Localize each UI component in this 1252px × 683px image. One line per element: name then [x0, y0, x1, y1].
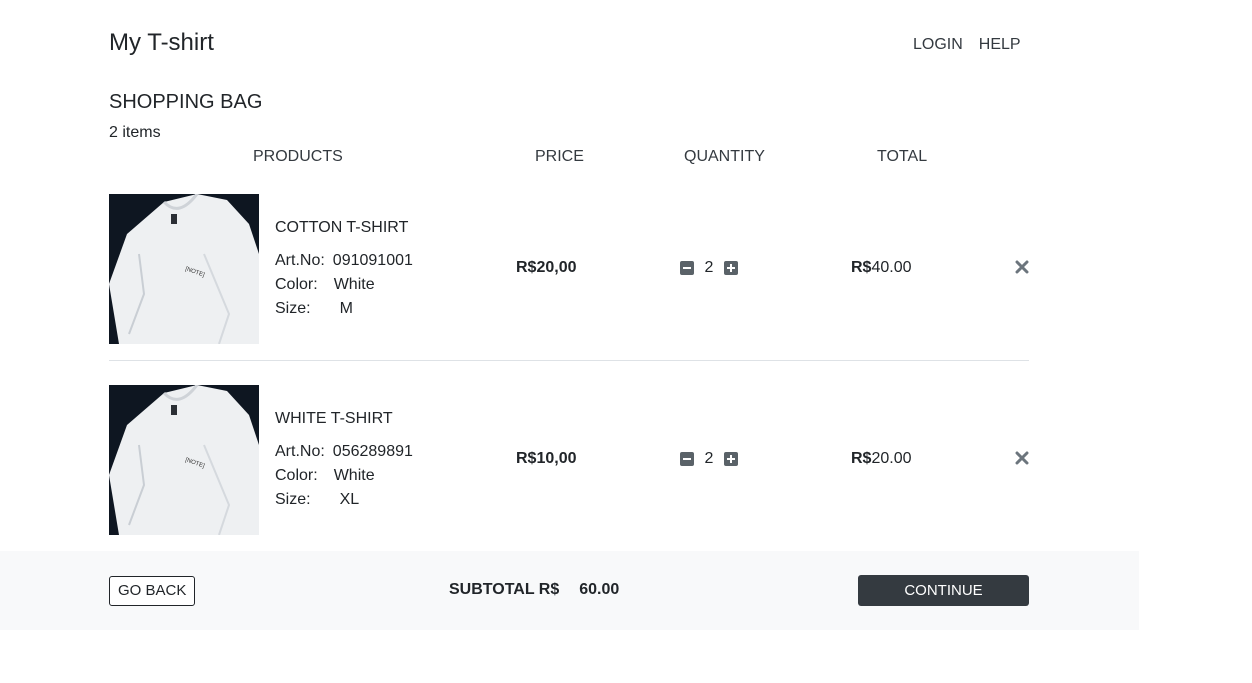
- size-line: Size: XL: [275, 488, 413, 512]
- product-name[interactable]: COTTON T-SHIRT: [275, 219, 413, 237]
- subtotal: SUBTOTAL R$ 60.00: [449, 581, 619, 599]
- column-header-products: PRODUCTS: [253, 148, 343, 165]
- item-count: 2 items: [109, 124, 161, 141]
- line-total: R$20.00: [851, 450, 912, 468]
- close-icon[interactable]: [1015, 451, 1029, 465]
- subtotal-value: 60.00: [579, 581, 620, 598]
- page-title: SHOPPING BAG: [109, 91, 263, 113]
- article-label: Art.No:: [275, 443, 325, 460]
- brand-logo[interactable]: My T-shirt: [109, 29, 214, 57]
- column-header-quantity: QUANTITY: [684, 148, 765, 165]
- page: My T-shirt LOGIN HELP SHOPPING BAG 2 ite…: [0, 0, 1252, 683]
- article-number: 091091001: [332, 252, 413, 269]
- top-nav: LOGIN HELP: [913, 36, 1021, 54]
- continue-button[interactable]: CONTINUE: [858, 575, 1029, 606]
- color-value: White: [333, 467, 375, 484]
- article-number-line: Art.No: 091091001: [275, 249, 413, 273]
- article-number: 056289891: [332, 443, 413, 460]
- color-label: Color:: [275, 276, 318, 293]
- unit-price: R$10,00: [516, 450, 577, 467]
- product-image[interactable]: [NOTE]: [109, 385, 259, 535]
- plus-square-icon[interactable]: [724, 452, 738, 466]
- total-currency: R$: [851, 450, 872, 467]
- size-label: Size:: [275, 300, 311, 317]
- total-value: 40.00: [871, 259, 912, 276]
- product-image[interactable]: [NOTE]: [109, 194, 259, 344]
- unit-price: R$20,00: [516, 259, 577, 276]
- quantity-stepper: 2: [680, 259, 738, 277]
- row-divider: [109, 360, 1029, 361]
- subtotal-label: SUBTOTAL R$: [449, 581, 560, 598]
- go-back-button[interactable]: GO BACK: [109, 576, 196, 606]
- size-value: M: [339, 300, 353, 317]
- login-link[interactable]: LOGIN: [913, 36, 963, 54]
- column-header-price: PRICE: [535, 148, 584, 165]
- size-line: Size: M: [275, 297, 413, 321]
- column-header-total: TOTAL: [877, 148, 928, 165]
- product-name[interactable]: WHITE T-SHIRT: [275, 410, 413, 428]
- quantity-stepper: 2: [680, 450, 738, 468]
- size-value: XL: [339, 491, 360, 508]
- quantity-value: 2: [704, 450, 714, 467]
- color-value: White: [333, 276, 375, 293]
- article-label: Art.No:: [275, 252, 325, 269]
- total-value: 20.00: [871, 450, 912, 467]
- color-label: Color:: [275, 467, 318, 484]
- total-currency: R$: [851, 259, 872, 276]
- help-link[interactable]: HELP: [979, 36, 1021, 54]
- cart-row: [NOTE] COTTON T-SHIRT Art.No: 091091001 C…: [109, 194, 1029, 344]
- minus-square-icon[interactable]: [680, 261, 694, 275]
- cart-row: [NOTE] WHITE T-SHIRT Art.No: 056289891 Co…: [109, 385, 1029, 535]
- color-line: Color: White: [275, 273, 413, 297]
- close-icon[interactable]: [1015, 260, 1029, 274]
- color-line: Color: White: [275, 464, 413, 488]
- product-info: WHITE T-SHIRT Art.No: 056289891 Color: Whi…: [275, 410, 413, 512]
- plus-square-icon[interactable]: [724, 261, 738, 275]
- line-total: R$40.00: [851, 259, 912, 277]
- article-number-line: Art.No: 056289891: [275, 440, 413, 464]
- minus-square-icon[interactable]: [680, 452, 694, 466]
- size-label: Size:: [275, 491, 311, 508]
- quantity-value: 2: [704, 259, 714, 276]
- product-info: COTTON T-SHIRT Art.No: 091091001 Color: Wh…: [275, 219, 413, 321]
